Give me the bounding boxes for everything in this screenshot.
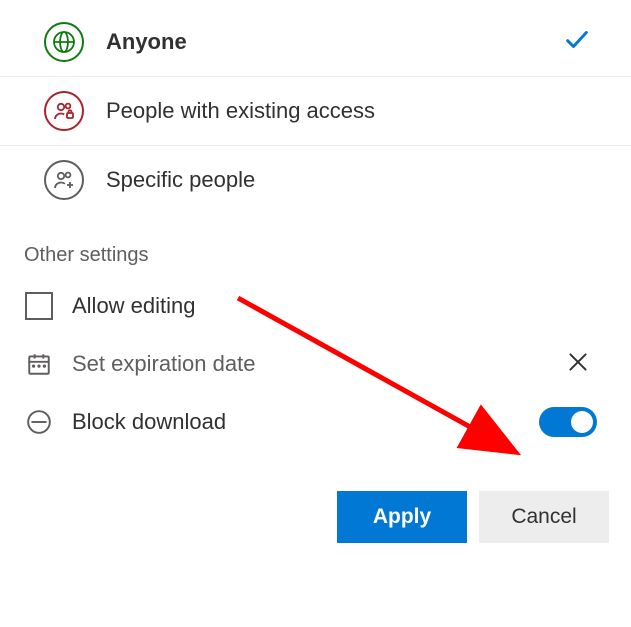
audience-label: Specific people [106, 167, 255, 193]
toggle-knob [571, 411, 593, 433]
audience-label: People with existing access [106, 98, 375, 124]
expiration-label: Set expiration date [72, 351, 603, 377]
audience-item-existing[interactable]: People with existing access [0, 77, 631, 146]
setting-allow-editing[interactable]: Allow editing [0, 277, 631, 335]
checkbox-icon[interactable] [24, 291, 54, 321]
calendar-icon [24, 349, 54, 379]
setting-block-download: Block download [0, 393, 631, 451]
settings-heading: Other settings [0, 214, 631, 277]
block-icon [24, 407, 54, 437]
button-row: Apply Cancel [0, 451, 631, 563]
audience-item-specific[interactable]: Specific people [0, 146, 631, 214]
block-download-label: Block download [72, 409, 603, 435]
allow-editing-label: Allow editing [72, 293, 603, 319]
audience-list: Anyone People with existing access [0, 0, 631, 214]
globe-icon [44, 22, 84, 62]
audience-label: Anyone [106, 29, 187, 55]
close-icon[interactable] [565, 349, 591, 380]
setting-expiration[interactable]: Set expiration date [0, 335, 631, 393]
cancel-button[interactable]: Cancel [479, 491, 609, 543]
people-lock-icon [44, 91, 84, 131]
apply-button[interactable]: Apply [337, 491, 467, 543]
audience-item-anyone[interactable]: Anyone [0, 8, 631, 77]
people-plus-icon [44, 160, 84, 200]
check-icon [563, 26, 591, 59]
block-download-toggle[interactable] [539, 407, 597, 437]
